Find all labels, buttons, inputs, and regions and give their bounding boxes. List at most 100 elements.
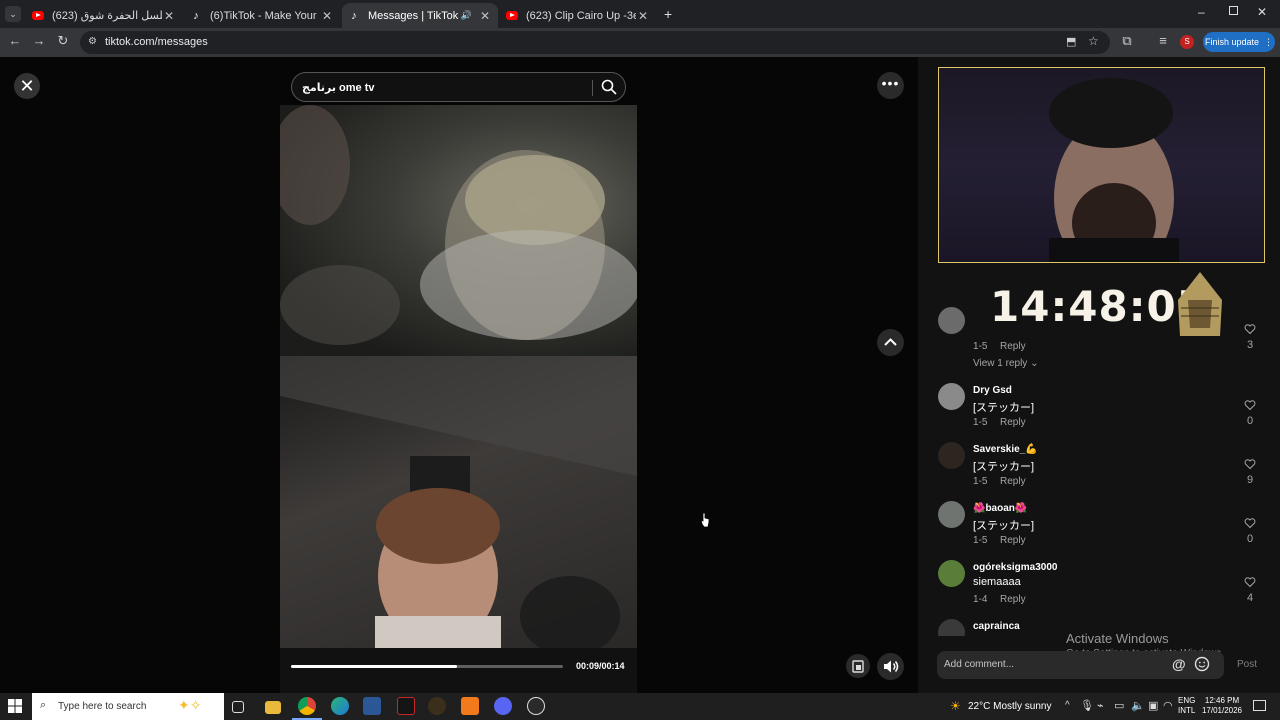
tab-search-button[interactable]: ⌄	[5, 6, 21, 22]
forward-icon[interactable]: →	[30, 33, 48, 48]
heart-icon[interactable]	[1244, 323, 1256, 335]
weather-text[interactable]: 22°C Mostly sunny	[968, 701, 1051, 712]
comment-item: Saverskie_💪 [ステッカー] 1-5 Reply 9	[938, 442, 1258, 498]
comment-author[interactable]: Saverskie_💪	[973, 444, 1038, 455]
webcam-overlay	[938, 67, 1265, 278]
tab-title: (623) Clip Cairo Up -3enba x Da	[526, 9, 636, 22]
tray-overflow-icon[interactable]: ^	[1065, 700, 1070, 711]
video-scene-bottom	[280, 356, 637, 656]
reply-button[interactable]: Reply	[1000, 476, 1026, 487]
picture-in-picture-button[interactable]	[846, 654, 870, 678]
reply-button[interactable]: Reply	[1000, 535, 1026, 546]
comment-date: 1-5	[973, 476, 988, 487]
youtube-icon	[32, 10, 44, 22]
restore-icon[interactable]	[1229, 6, 1238, 15]
search-bar[interactable]: برنامج ome tv	[291, 72, 626, 102]
display-icon[interactable]: ▣	[1148, 699, 1158, 712]
edge-icon[interactable]	[331, 697, 349, 715]
view-replies-button[interactable]: View 1 reply ⌄	[973, 358, 1038, 369]
emoji-icon[interactable]	[1194, 656, 1210, 672]
comment-date: 1-5	[973, 341, 988, 352]
comment-author[interactable]: 🌺baoan🌺	[973, 503, 1027, 514]
taskbar-clock[interactable]: 12:46 PM 17/01/2026	[1201, 696, 1243, 716]
volume-tray-icon[interactable]: 🔈	[1131, 699, 1145, 712]
video-frame-bottom	[280, 356, 637, 656]
address-bar[interactable]: ⚙ tiktok.com/messages ⬒ ☆	[80, 31, 1110, 54]
tiktok-icon: ♪	[351, 9, 357, 22]
mouse-cursor-icon	[700, 512, 710, 528]
close-window-icon[interactable]: ✕	[1257, 5, 1267, 19]
speaker-icon[interactable]: 🔊	[461, 10, 472, 21]
heart-icon[interactable]	[1244, 576, 1256, 588]
minimize-icon[interactable]: –	[1198, 5, 1205, 19]
ai-app-icon[interactable]	[461, 697, 479, 715]
search-input[interactable]: برنامج ome tv	[302, 81, 375, 94]
reply-button[interactable]: Reply	[1000, 594, 1026, 605]
reply-button[interactable]: Reply	[1000, 417, 1026, 428]
avatar[interactable]	[938, 307, 965, 334]
back-icon[interactable]: ←	[6, 33, 24, 48]
avatar[interactable]	[938, 560, 965, 587]
heart-icon[interactable]	[1244, 399, 1256, 411]
comment-author[interactable]: ogóreksigma3000	[973, 562, 1058, 573]
game-icon[interactable]	[428, 697, 446, 715]
comment-input[interactable]: Add comment... @	[937, 651, 1224, 679]
windows-start-icon[interactable]	[8, 699, 22, 713]
site-settings-icon[interactable]: ⚙	[88, 36, 97, 47]
comment-text: [ステッカー]	[973, 520, 1035, 532]
close-tab-icon[interactable]: ✕	[162, 9, 176, 23]
file-explorer-icon[interactable]	[265, 701, 281, 714]
more-options-button[interactable]: •••	[877, 72, 904, 99]
post-button[interactable]: Post	[1237, 659, 1257, 670]
reload-icon[interactable]: ↻	[54, 33, 72, 49]
close-tab-icon[interactable]: ✕	[478, 9, 492, 23]
tiktok-icon: ♪	[193, 9, 199, 22]
tab-title: Messages | TikTok	[368, 9, 459, 22]
avatar[interactable]	[938, 442, 965, 469]
close-tab-icon[interactable]: ✕	[636, 9, 650, 23]
avatar[interactable]	[938, 619, 965, 636]
reply-button[interactable]: Reply	[1000, 341, 1026, 352]
finish-update-button[interactable]: Finish update ⋮	[1203, 32, 1275, 52]
like-count: 3	[1246, 339, 1254, 351]
heart-icon[interactable]	[1244, 458, 1256, 470]
volume-button[interactable]	[877, 653, 904, 680]
comment-author[interactable]: caprainсa	[973, 621, 1020, 632]
url-text: tiktok.com/messages	[105, 36, 208, 48]
notifications-icon[interactable]	[1253, 700, 1266, 711]
close-button[interactable]: ✕	[14, 73, 40, 99]
battery-icon[interactable]: ▭	[1114, 699, 1124, 712]
avatar[interactable]	[938, 383, 965, 410]
close-tab-icon[interactable]: ✕	[320, 9, 334, 23]
extensions-icon[interactable]: ⧉	[1118, 33, 1136, 49]
bookmark-star-icon[interactable]: ☆	[1088, 34, 1099, 48]
mention-icon[interactable]: @	[1172, 656, 1188, 672]
word-icon[interactable]	[363, 697, 381, 715]
avatar[interactable]	[938, 501, 965, 528]
install-icon[interactable]: ⬒	[1066, 35, 1076, 48]
media-controls-icon[interactable]: ≡	[1154, 33, 1172, 48]
avatar[interactable]: S	[1180, 35, 1194, 49]
video-player[interactable]: 00:09/00:14	[280, 105, 637, 693]
tab-song[interactable]: اغنية مسلسل الحفرة شوق (623) ✕	[26, 3, 182, 28]
discord-icon[interactable]	[494, 697, 512, 715]
tab-clip[interactable]: (623) Clip Cairo Up -3enba x Da ✕	[500, 3, 656, 28]
heart-icon[interactable]	[1244, 517, 1256, 529]
task-view-icon[interactable]	[232, 701, 244, 713]
taskbar-search[interactable]: ⌕ Type here to search ✦✧	[32, 693, 224, 720]
input-language[interactable]: ENG INTL	[1178, 696, 1195, 716]
previous-video-button[interactable]	[877, 329, 904, 356]
new-tab-icon[interactable]: +	[664, 6, 672, 22]
search-icon[interactable]	[601, 79, 617, 95]
tab-tiktok[interactable]: ♪ (6)TikTok - Make Your Day ✕	[184, 3, 340, 28]
windows-taskbar: ⌕ Type here to search ✦✧ ☀ 22°C Mostly s…	[0, 693, 1280, 720]
comment-author[interactable]: Dry Gsd	[973, 385, 1012, 396]
chrome-icon[interactable]	[298, 697, 316, 715]
microphone-icon[interactable]: 🎙	[1080, 699, 1094, 712]
network-icon[interactable]: ⌁	[1097, 699, 1104, 712]
tab-messages[interactable]: ♪ Messages | TikTok 🔊 ✕	[342, 3, 498, 28]
comment-date: 1-5	[973, 535, 988, 546]
wifi-icon[interactable]: ◠	[1163, 699, 1173, 712]
obs-icon[interactable]	[527, 697, 545, 715]
capcut-icon[interactable]	[397, 697, 415, 715]
